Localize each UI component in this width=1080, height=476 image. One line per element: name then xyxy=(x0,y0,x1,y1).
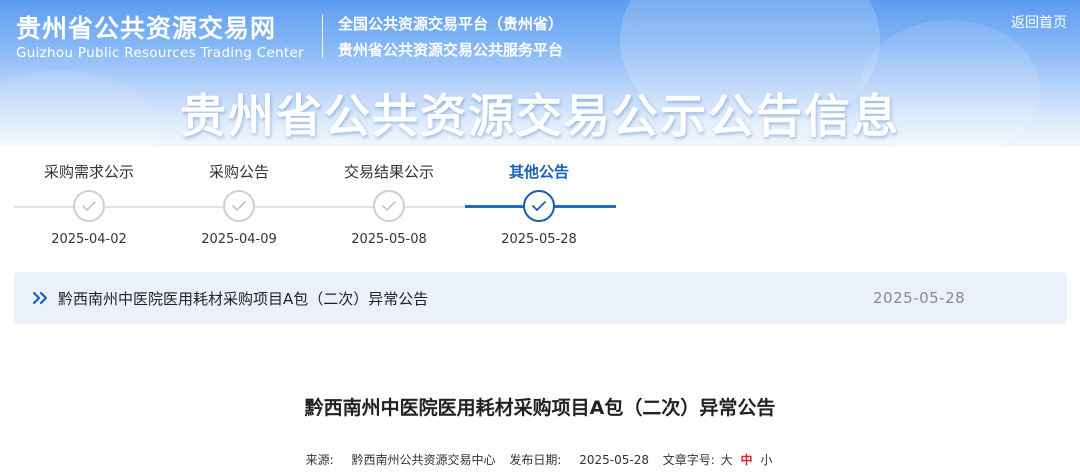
article-title: 黔西南州中医院医用耗材采购项目A包（二次）异常公告 xyxy=(304,397,776,419)
step-tab-procurement-announcement[interactable]: 采购公告 2025-04-09 xyxy=(164,158,314,258)
publish-date-value: 2025-05-28 xyxy=(579,453,649,467)
step-label: 交易结果公示 xyxy=(343,163,434,181)
site-logo-subtitle: Guizhou Public Resources Trading Center xyxy=(16,45,304,61)
check-circle-icon xyxy=(223,190,255,222)
step-tab-transaction-result[interactable]: 交易结果公示 2025-05-08 xyxy=(314,158,464,258)
site-header-banner: 贵州省公共资源交易网 Guizhou Public Resources Trad… xyxy=(0,0,1080,146)
source-label: 来源: xyxy=(305,453,334,467)
check-circle-icon xyxy=(373,190,405,222)
check-circle-icon xyxy=(73,190,105,222)
step-date: 2025-04-02 xyxy=(51,232,127,247)
double-chevron-right-icon xyxy=(32,290,48,309)
step-label: 其他公告 xyxy=(508,163,569,181)
check-circle-icon xyxy=(523,190,555,222)
font-size-label: 文章字号: xyxy=(662,453,715,467)
font-size-small-button[interactable]: 小 xyxy=(760,451,772,468)
source-value: 黔西南州公共资源交易中心 xyxy=(351,453,496,467)
logo-divider xyxy=(322,14,323,58)
step-date: 2025-05-28 xyxy=(501,232,577,247)
platform-name-national: 全国公共资源交易平台（贵州省） xyxy=(338,15,564,33)
step-date: 2025-05-08 xyxy=(351,232,427,247)
notice-title[interactable]: 黔西南州中医院医用耗材采购项目A包（二次）异常公告 xyxy=(58,288,428,309)
font-size-large-button[interactable]: 大 xyxy=(721,451,733,468)
return-home-link[interactable]: 返回首页 xyxy=(1011,12,1067,32)
font-size-medium-button[interactable]: 中 xyxy=(741,451,753,468)
publish-date-label: 发布日期: xyxy=(509,453,562,467)
step-label: 采购需求公示 xyxy=(43,163,134,181)
step-tab-procurement-demand[interactable]: 采购需求公示 2025-04-02 xyxy=(14,158,164,258)
announcement-step-tabs: 采购需求公示 2025-04-02 采购公告 2025-04-09 交易结果公示… xyxy=(14,158,616,258)
platform-name-provincial: 贵州省公共资源交易公共服务平台 xyxy=(338,41,564,59)
notice-date: 2025-05-28 xyxy=(873,289,966,307)
step-date: 2025-04-09 xyxy=(201,232,277,247)
banner-title: 贵州省公共资源交易公示公告信息 xyxy=(180,89,900,143)
site-logo-title[interactable]: 贵州省公共资源交易网 xyxy=(16,9,276,45)
notice-list-item[interactable]: 黔西南州中医院医用耗材采购项目A包（二次）异常公告 2025-05-28 xyxy=(14,272,1067,324)
step-label: 采购公告 xyxy=(208,163,269,181)
step-tab-other-announcement[interactable]: 其他公告 2025-05-28 xyxy=(464,158,614,258)
article-meta: 来源: 黔西南州公共资源交易中心 发布日期: 2025-05-28 文章字号: … xyxy=(0,451,1080,468)
